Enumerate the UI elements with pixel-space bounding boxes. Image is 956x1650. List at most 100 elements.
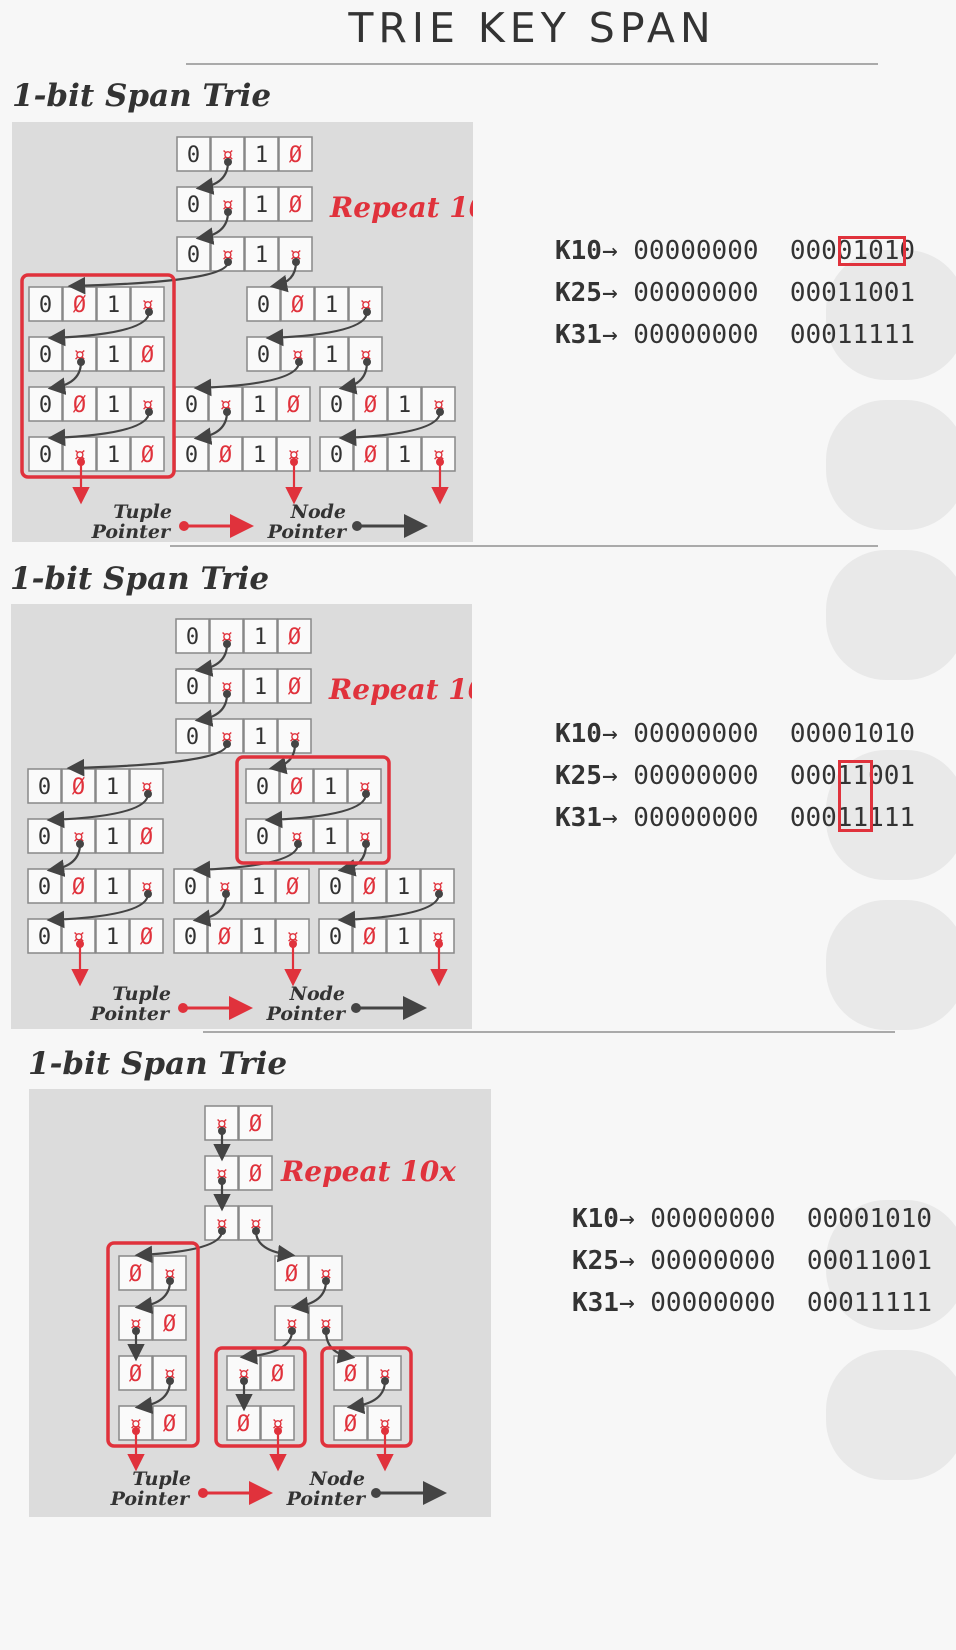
legend-label: Pointer [110,1488,191,1510]
bit-label: 1 [397,875,410,900]
bit-label: 1 [255,193,268,218]
bit-label: 1 [254,725,267,750]
key-name: K10 [555,236,602,266]
empty-icon: Ø [290,775,303,800]
bit-label: 0 [257,343,270,368]
bit-label: 0 [256,825,269,850]
legend-label: Tuple [113,501,172,523]
trie-node: Ø ¤ [274,1255,343,1291]
bit-label: 0 [184,875,197,900]
key-name: K31 [555,320,602,350]
legend-label: Pointer [266,1003,347,1025]
legend-label: Node [290,501,346,523]
empty-icon: Ø [140,925,153,950]
bit-label: 0 [38,775,51,800]
empty-icon: Ø [291,293,304,318]
trie-node: 0 Ø 1 ¤ [174,436,311,472]
key-name: K10 [572,1204,619,1234]
trie-node: 0 Ø 1 ¤ [318,868,455,904]
trie-node: 0 Ø 1 ¤ [28,286,165,322]
trie-node: 0 ¤ 1 Ø [176,186,313,222]
repeat-label: Repeat 10x [329,191,473,224]
empty-icon: Ø [163,1312,176,1337]
legend-label: Pointer [267,521,348,542]
bit-label: 1 [106,875,119,900]
empty-icon: Ø [344,1412,357,1437]
trie-node: 0 Ø 1 ¤ [173,918,310,954]
bit-label: 0 [186,725,199,750]
title-rule [186,63,878,65]
trie-diagram: 0 ¤ 1 Ø0 ¤ 1 Ø0 ¤ 1 ¤0 Ø 1 ¤0 ¤ 1 Ø0 Ø 1 ¤0 ¤ 1 Ø0 Ø 1 ¤0 ¤ 1 ¤0 ¤ 1 Ø… [27,618,504,1025]
bit-label: 0 [187,243,200,268]
empty-icon: Ø [344,1362,357,1387]
bit-label: 1 [253,443,266,468]
empty-icon: Ø [289,143,302,168]
empty-icon: Ø [249,1162,262,1187]
bit-label: 1 [325,343,338,368]
bit-label: 0 [184,925,197,950]
legend-label: Pointer [91,521,172,542]
trie-node: ¤ Ø [204,1105,273,1141]
trie-diagram: 0 ¤ 1 Ø0 ¤ 1 Ø0 ¤ 1 ¤0 Ø 1 ¤0 ¤ 1 Ø0 Ø 1 ¤0 ¤ 1 Ø0 Ø 1 ¤0 ¤ 1 ¤0 ¤ 1 Ø… [20,136,505,543]
legend-label: Pointer [286,1488,367,1510]
trie-node: 0 ¤ 1 Ø [175,618,312,654]
trie-node: ¤ ¤ [204,1205,273,1241]
bit-label: 1 [398,443,411,468]
legend-label: Tuple [112,983,171,1005]
empty-icon: Ø [363,925,376,950]
trie-node: 0 ¤ 1 ¤ [175,718,312,754]
key-row: K31→ 00000000 00011111 [572,1288,933,1318]
key-row: K25→ 00000000 00011001 [555,278,916,308]
empty-icon: Ø [140,825,153,850]
trie-node: 0 ¤ 1 Ø [174,386,311,422]
empty-icon: Ø [271,1362,284,1387]
trie-diagram: ¤ Ø¤ Ø¤ ¤Ø ¤¤ ØØ ¤¤ ØØ ¤¤ ¤¤ ØØ ¤Ø ¤Ø ¤Repeat 10xTupl… [106,1105,456,1510]
key-name: K25 [572,1246,619,1276]
bit-label: 0 [187,143,200,168]
bit-label: 0 [185,393,198,418]
empty-icon: Ø [163,1412,176,1437]
bit-label: 1 [325,293,338,318]
section-title: 1-bit Span Trie [12,78,272,114]
bit-label: 1 [253,393,266,418]
bit-label: 0 [186,675,199,700]
trie-node: 0 ¤ 1 ¤ [176,236,313,272]
trie-node: 0 ¤ 1 Ø [176,136,313,172]
bit-label: 0 [256,775,269,800]
trie-node: Ø ¤ [333,1355,402,1391]
trie-node: 0 ¤ 1 ¤ [245,818,382,854]
trie-node: 0 ¤ 1 Ø [27,818,164,854]
bit-label: 1 [254,625,267,650]
trie-node: ¤ Ø [118,1305,187,1341]
trie-node: ¤ Ø [118,1405,187,1441]
trie-node: 0 Ø 1 ¤ [245,768,382,804]
empty-icon: Ø [237,1412,250,1437]
bit-label: 0 [186,625,199,650]
trie-panel: 0 ¤ 1 Ø 0 ¤ 1 Ø 0 ¤ 1 ¤ 0 Ø 1 ¤ 0 ¤ 1 Ø 0 Ø 1 ¤ 0 ¤ 1 Ø 0 Ø 1 ¤ 0 ¤ 1 ¤ 0 ¤ 1 Ø… [12,122,505,543]
trie-node: 0 ¤ 1 Ø [27,918,164,954]
trie-node: 0 Ø 1 ¤ [319,436,456,472]
repeat-label: Repeat 10x [328,673,472,706]
trie-node: 0 Ø 1 ¤ [28,386,165,422]
highlight-box [838,760,873,832]
empty-icon: Ø [249,1112,262,1137]
legend-label: Node [289,983,345,1005]
highlight-box [838,236,906,266]
empty-icon: Ø [72,875,85,900]
trie-node: 0 ¤ 1 ¤ [246,336,383,372]
key-row: K10→ 00000000 00001010 [572,1204,933,1234]
bit-label: 1 [107,343,120,368]
trie-node: 0 Ø 1 ¤ [318,918,455,954]
empty-icon: Ø [141,443,154,468]
empty-icon: Ø [73,293,86,318]
section-title: 1-bit Span Trie [10,561,270,597]
empty-icon: Ø [288,675,301,700]
key-name: K25 [555,761,602,791]
empty-icon: Ø [288,625,301,650]
bit-label: 0 [330,393,343,418]
bit-label: 1 [255,143,268,168]
bit-label: 1 [107,393,120,418]
trie-node: 0 ¤ 1 Ø [175,668,312,704]
empty-icon: Ø [129,1362,142,1387]
page-title: TRIE KEY SPAN [348,4,716,52]
